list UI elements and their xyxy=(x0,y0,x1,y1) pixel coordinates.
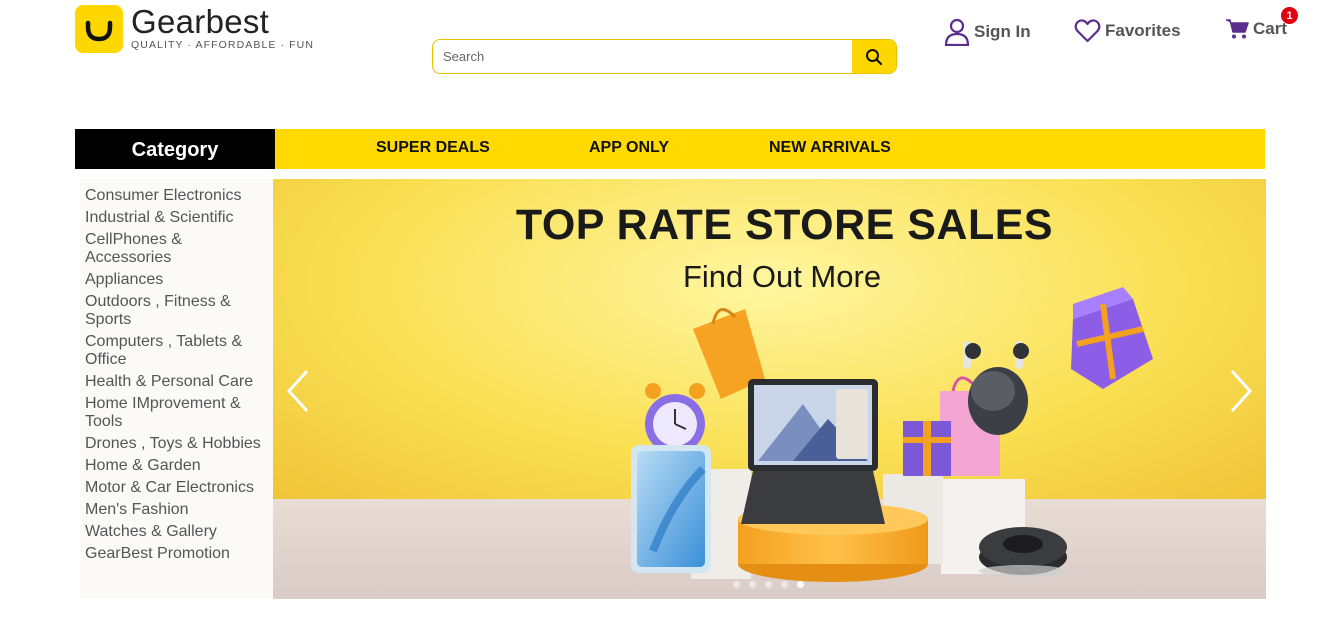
sign-in-label: Sign In xyxy=(974,22,1031,41)
search-icon xyxy=(866,48,883,65)
cart-label: Cart xyxy=(1253,19,1288,38)
carousel-prev-button[interactable] xyxy=(283,367,313,415)
search-button[interactable] xyxy=(852,40,896,73)
category-item[interactable]: Watches & Gallery xyxy=(85,523,268,541)
chevron-right-icon xyxy=(1230,369,1253,413)
nav-super-deals[interactable]: SUPER DEALS xyxy=(376,139,490,157)
category-item[interactable]: Home & Garden xyxy=(85,457,268,475)
logo-tagline: QUALITY · AFFORDABLE · FUN xyxy=(131,39,315,51)
banner-title: TOP RATE STORE SALES xyxy=(515,201,1054,249)
nav-new-arrivals[interactable]: NEW ARRIVALS xyxy=(769,139,891,157)
cart-link[interactable]: Cart xyxy=(1225,18,1287,40)
carousel-dot-active[interactable] xyxy=(797,581,804,588)
banner-subtitle[interactable]: Find Out More xyxy=(273,259,1266,295)
carousel-dot[interactable] xyxy=(733,581,740,588)
logo-name: Gearbest xyxy=(131,3,270,40)
logo-mark-icon xyxy=(75,5,123,53)
chevron-left-icon xyxy=(286,369,309,413)
favorites-label: Favorites xyxy=(1105,21,1181,40)
carousel-dot[interactable] xyxy=(765,581,772,588)
category-item[interactable]: Drones , Toys & Hobbies xyxy=(85,435,268,453)
cart-count-badge: 1 xyxy=(1281,7,1298,24)
main-navbar: Category SUPER DEALS APP ONLY NEW ARRIVA… xyxy=(75,129,1265,169)
sign-in-link[interactable]: Sign In xyxy=(944,18,1031,46)
user-icon xyxy=(944,18,970,46)
carousel-indicators xyxy=(733,581,813,588)
category-list: Consumer Electronics Industrial & Scient… xyxy=(80,179,273,563)
category-item[interactable]: Motor & Car Electronics xyxy=(85,479,268,497)
nav-app-only[interactable]: APP ONLY xyxy=(589,139,669,157)
category-item[interactable]: GearBest Promotion xyxy=(85,545,268,563)
heart-icon xyxy=(1074,18,1101,44)
category-sidebar: Consumer Electronics Industrial & Scient… xyxy=(80,179,273,599)
carousel-dot[interactable] xyxy=(749,581,756,588)
carousel-dot[interactable] xyxy=(781,581,788,588)
logo[interactable]: Gearbest QUALITY · AFFORDABLE · FUN xyxy=(75,5,314,53)
hero-banner[interactable]: TOP RATE STORE SALES Find Out More xyxy=(273,179,1266,599)
category-item[interactable]: Computers , Tablets & Office xyxy=(85,333,268,369)
category-item[interactable]: Industrial & Scientific xyxy=(85,209,268,227)
category-item[interactable]: Health & Personal Care xyxy=(85,373,268,391)
category-item[interactable]: Men's Fashion xyxy=(85,501,268,519)
category-item[interactable]: Outdoors , Fitness & Sports xyxy=(85,293,268,329)
search-bar xyxy=(432,39,897,74)
category-item[interactable]: Home IMprovement & Tools xyxy=(85,395,268,431)
category-item[interactable]: CellPhones & Accessories xyxy=(85,231,268,267)
cart-icon xyxy=(1225,18,1249,40)
category-item[interactable]: Consumer Electronics xyxy=(85,187,268,205)
category-item[interactable]: Appliances xyxy=(85,271,268,289)
category-header[interactable]: Category xyxy=(75,129,275,169)
carousel-next-button[interactable] xyxy=(1226,367,1256,415)
search-input[interactable] xyxy=(433,40,852,73)
favorites-link[interactable]: Favorites xyxy=(1074,18,1181,44)
